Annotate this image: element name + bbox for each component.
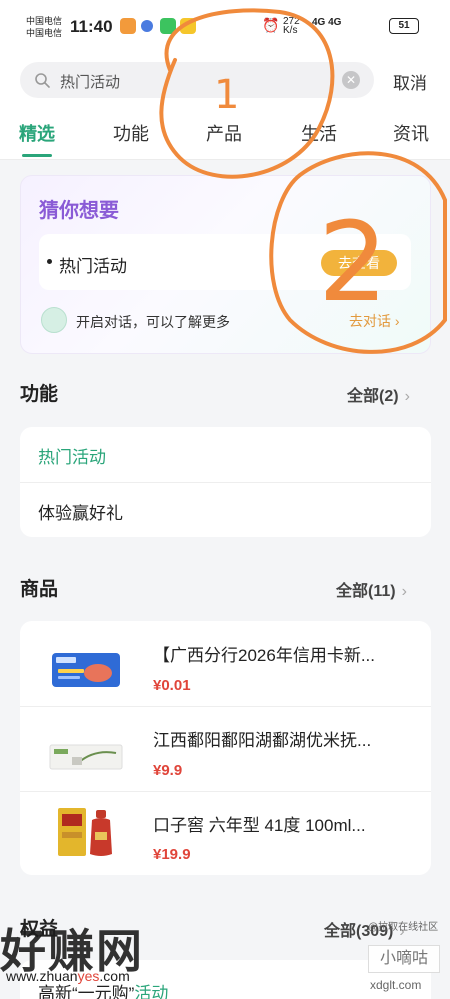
chat-hint: 开启对话，可以了解更多 xyxy=(76,314,230,330)
tab-selected[interactable]: 精选 xyxy=(19,120,55,146)
divider xyxy=(20,791,431,792)
product-price: ¥9.9 xyxy=(153,762,183,779)
status-bar: 中国电信 中国电信 11:40 ⏰ 272 K/s 4G 4G 51 xyxy=(0,0,450,52)
site-watermark-url: www.zhuanyes.com xyxy=(6,968,130,984)
products-more-link[interactable]: 全部(11) › xyxy=(336,577,407,601)
watermark-badge: 小嘀咕 xyxy=(368,945,440,973)
product-name: 【广西分行2026年信用卡新... xyxy=(153,646,375,665)
alarm-icon: ⏰ xyxy=(262,17,280,33)
guess-suggestion-label: 热门活动 xyxy=(59,257,127,276)
guess-suggestion[interactable]: 热门活动 去查看 xyxy=(39,234,411,290)
clear-icon[interactable]: ✕ xyxy=(342,71,360,89)
functions-more-link[interactable]: 全部(2) › xyxy=(347,382,410,406)
watermark-site: xdglt.com xyxy=(370,978,422,992)
search-input[interactable]: 热门活动 ✕ xyxy=(20,62,374,98)
product-price: ¥19.9 xyxy=(153,846,191,863)
wechat-icon xyxy=(160,18,176,34)
chevron-right-icon: › xyxy=(401,583,407,600)
tab-indicator xyxy=(22,154,52,157)
guess-title: 猜你想要 xyxy=(39,200,119,222)
start-chat-link[interactable]: 去对话 › xyxy=(349,311,400,331)
product-price: ¥0.01 xyxy=(153,677,191,694)
divider xyxy=(20,706,431,707)
view-button[interactable]: 去查看 xyxy=(321,250,397,276)
category-tabs: 精选 功能 产品 生活 资讯 xyxy=(0,108,450,160)
carrier-label: 中国电信 中国电信 xyxy=(26,16,63,38)
credit-card-product-image xyxy=(52,653,120,687)
products-title: 商品 xyxy=(20,579,59,600)
guess-you-want-card: 猜你想要 热门活动 去查看 开启对话，可以了解更多 去对话 › xyxy=(20,175,431,354)
bullet-icon xyxy=(47,259,52,264)
products-card: 【广西分行2026年信用卡新... ¥0.01 江西鄱阳鄱阳湖鄱湖优米抚... … xyxy=(20,621,431,875)
product-name: 口子窖 六年型 41度 100ml... xyxy=(153,816,366,835)
cancel-button[interactable]: 取消 xyxy=(393,69,427,94)
search-query: 热门活动 xyxy=(60,74,121,91)
notification-app-icon xyxy=(120,18,136,34)
search-bar-container: 热门活动 ✕ 取消 xyxy=(0,52,450,108)
assistant-avatar xyxy=(41,307,67,333)
chevron-right-icon: › xyxy=(404,388,410,405)
search-icon xyxy=(35,73,50,88)
function-item-gift[interactable]: 体验赢好礼 xyxy=(38,499,123,524)
watermark-tag: @拉取在线社区 xyxy=(368,922,439,933)
clock: 11:40 xyxy=(70,17,113,36)
function-item-hot-activity[interactable]: 热门活动 xyxy=(38,443,106,468)
tab-life[interactable]: 生活 xyxy=(301,120,337,146)
tab-functions[interactable]: 功能 xyxy=(113,120,149,146)
liquor-product-image xyxy=(58,808,112,856)
net-speed: 272 K/s xyxy=(283,16,300,36)
notification-app-icon xyxy=(141,20,153,32)
rice-product-image xyxy=(49,744,123,770)
functions-card: 热门活动 体验赢好礼 xyxy=(20,427,431,537)
signal-icon: 4G 4G xyxy=(312,17,342,28)
product-name: 江西鄱阳鄱阳湖鄱湖优米抚... xyxy=(153,731,372,750)
divider xyxy=(20,482,431,483)
functions-title: 功能 xyxy=(20,384,59,405)
tab-products[interactable]: 产品 xyxy=(206,120,242,146)
tab-news[interactable]: 资讯 xyxy=(393,120,429,146)
notification-app-icon xyxy=(180,18,196,34)
battery-icon: 51 xyxy=(389,18,419,34)
